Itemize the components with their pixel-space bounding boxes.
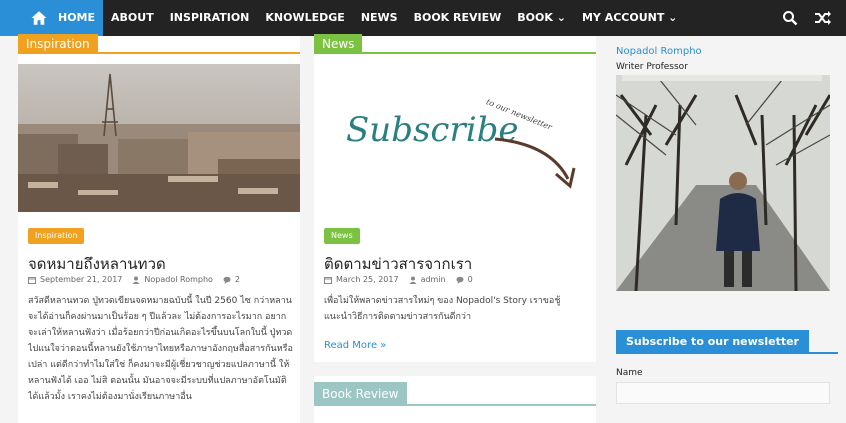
nav-item-book-review[interactable]: BOOK REVIEW — [406, 0, 510, 36]
post-date[interactable]: September 21, 2017 — [40, 275, 122, 284]
inspiration-column: Inspiration Inspiration จดหมายถึงหลานทวด… — [18, 34, 300, 423]
widget-title: Subscribe to our newsletter — [616, 330, 809, 354]
nav-tools — [782, 0, 832, 36]
sidebar: Nopadol Rompho Writer Professor Subscrib… — [608, 36, 846, 423]
post-excerpt: สวัสดีหลานทวด ปู่ทวดเขียนจดหมายฉบับนี้ ใ… — [28, 296, 293, 402]
nav-item-my-account[interactable]: MY ACCOUNT ⌄ — [574, 0, 685, 36]
nav-item-home[interactable]: HOME — [58, 0, 95, 36]
section-title[interactable]: News — [314, 34, 363, 54]
subscribe-image[interactable]: Subscribe to our newsletter — [314, 64, 596, 212]
user-icon — [132, 276, 140, 284]
nav-item-about[interactable]: ABOUT — [103, 0, 162, 36]
comment-icon — [223, 276, 231, 284]
news-column: News Subscribe to our newsletter News ติ… — [314, 34, 596, 423]
section-header-news: News — [314, 34, 596, 54]
category-badge[interactable]: Inspiration — [28, 228, 85, 244]
nav-item-news[interactable]: NEWS — [353, 0, 406, 36]
post-author[interactable]: admin — [421, 275, 446, 284]
post-author[interactable]: Nopadol Rompho — [144, 275, 213, 284]
newsletter-widget-header: Subscribe to our newsletter — [616, 330, 838, 354]
name-field[interactable] — [616, 382, 830, 404]
nav-item-inspiration[interactable]: INSPIRATION — [162, 0, 258, 36]
calendar-icon — [28, 276, 36, 284]
author-photo — [616, 75, 830, 291]
author-name[interactable]: Nopadol Rompho — [616, 46, 702, 57]
read-more-link[interactable]: Read More » — [324, 340, 386, 351]
section-header-inspiration: Inspiration — [18, 34, 300, 54]
section-title[interactable]: Book Review — [314, 382, 407, 406]
arrow-icon — [494, 137, 576, 189]
post-title[interactable]: จดหมายถึงหลานทวด — [28, 252, 166, 276]
user-icon — [409, 276, 417, 284]
calendar-icon — [324, 276, 332, 284]
author-role: Writer Professor — [616, 62, 688, 72]
page: HOME ABOUT INSPIRATION KNOWLEDGE NEWS BO… — [0, 0, 846, 423]
post-meta: September 21, 2017 Nopadol Rompho 2 — [28, 275, 240, 284]
shuffle-icon[interactable] — [814, 10, 832, 26]
main-nav: HOME ABOUT INSPIRATION KNOWLEDGE NEWS BO… — [0, 0, 846, 36]
nav-home[interactable]: HOME — [0, 0, 104, 36]
comment-count[interactable]: 2 — [235, 275, 240, 284]
comment-count[interactable]: 0 — [468, 275, 473, 284]
home-icon — [31, 11, 47, 25]
nav-item-book[interactable]: BOOK ⌄ — [509, 0, 574, 36]
nav-item-knowledge[interactable]: KNOWLEDGE — [257, 0, 352, 36]
post-title[interactable]: ติดตามข่าวสารจากเรา — [324, 252, 472, 276]
comment-icon — [456, 276, 464, 284]
category-badge[interactable]: News — [324, 228, 360, 244]
section-header-book-review: Book Review — [314, 382, 596, 406]
post-meta: March 25, 2017 admin 0 — [324, 275, 473, 284]
column-gap — [314, 362, 596, 376]
search-icon[interactable] — [782, 10, 798, 26]
paris-photo[interactable] — [18, 64, 300, 212]
name-field-label: Name — [616, 368, 643, 378]
post-excerpt: เพื่อไม่ให้พลาดข่าวสารใหม่ๆ ของ Nopadol'… — [324, 296, 561, 322]
section-title[interactable]: Inspiration — [18, 34, 98, 54]
post-date[interactable]: March 25, 2017 — [336, 275, 399, 284]
